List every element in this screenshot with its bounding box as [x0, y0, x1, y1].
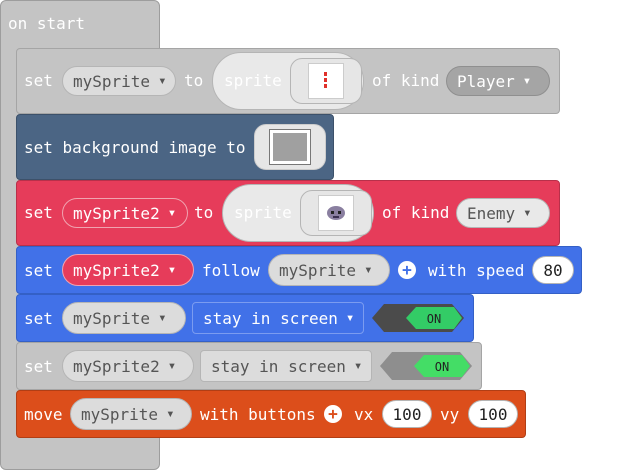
- sprite-label-2: sprite: [234, 203, 292, 222]
- follow-label: follow: [202, 261, 260, 280]
- set-label-3: set: [24, 261, 53, 280]
- vx-input[interactable]: 100: [382, 400, 432, 428]
- add-icon[interactable]: +: [398, 261, 416, 279]
- set-background-image-label: set background image to: [24, 138, 246, 157]
- toggle-label: ON: [427, 312, 441, 326]
- speed-input[interactable]: 80: [532, 256, 574, 284]
- add-icon-2[interactable]: +: [324, 405, 342, 423]
- set-label-4: set: [24, 309, 53, 328]
- to-label: to: [184, 71, 204, 90]
- toggle-switch-2[interactable]: ON: [378, 350, 474, 382]
- sprite-label: sprite: [224, 71, 282, 90]
- move-label: move: [24, 405, 63, 424]
- property-dropdown-2[interactable]: stay in screen: [200, 350, 372, 382]
- set-label-2: set: [24, 203, 53, 222]
- to-label-2: to: [194, 203, 214, 222]
- vy-input[interactable]: 100: [468, 400, 518, 428]
- toggle-label-2: ON: [435, 360, 449, 374]
- variable-dropdown[interactable]: mySprite: [62, 66, 176, 96]
- toggle-switch[interactable]: ON: [370, 302, 466, 334]
- on-start-label: on start: [8, 14, 86, 33]
- set-label-5: set: [24, 357, 53, 376]
- of-kind-label-2: of kind: [382, 203, 450, 222]
- variable-dropdown-4[interactable]: mySprite: [62, 302, 186, 334]
- with-buttons-label: with buttons: [200, 405, 316, 424]
- vx-label: vx: [354, 405, 374, 424]
- kind-dropdown[interactable]: Player: [446, 66, 550, 96]
- enemy-sprite-picker[interactable]: [300, 190, 372, 236]
- with-speed-label: with speed: [428, 261, 525, 280]
- sprite-image-picker[interactable]: [290, 58, 362, 104]
- variable-dropdown-5[interactable]: mySprite2: [62, 350, 194, 382]
- variable-dropdown-6[interactable]: mySprite: [70, 398, 192, 430]
- target-variable-dropdown[interactable]: mySprite: [268, 254, 390, 286]
- background-image-icon: [270, 130, 310, 164]
- vy-label: vy: [440, 405, 460, 424]
- enemy-sprite-icon: [318, 195, 354, 231]
- variable-dropdown-2[interactable]: mySprite2: [62, 198, 188, 228]
- background-image-picker[interactable]: [254, 124, 326, 170]
- sprite-image-icon: [308, 63, 344, 99]
- kind-dropdown-2[interactable]: Enemy: [456, 198, 550, 228]
- property-dropdown[interactable]: stay in screen: [192, 302, 364, 334]
- set-label: set: [24, 71, 53, 90]
- of-kind-label: of kind: [372, 71, 440, 90]
- follower-variable-dropdown[interactable]: mySprite2: [62, 254, 194, 286]
